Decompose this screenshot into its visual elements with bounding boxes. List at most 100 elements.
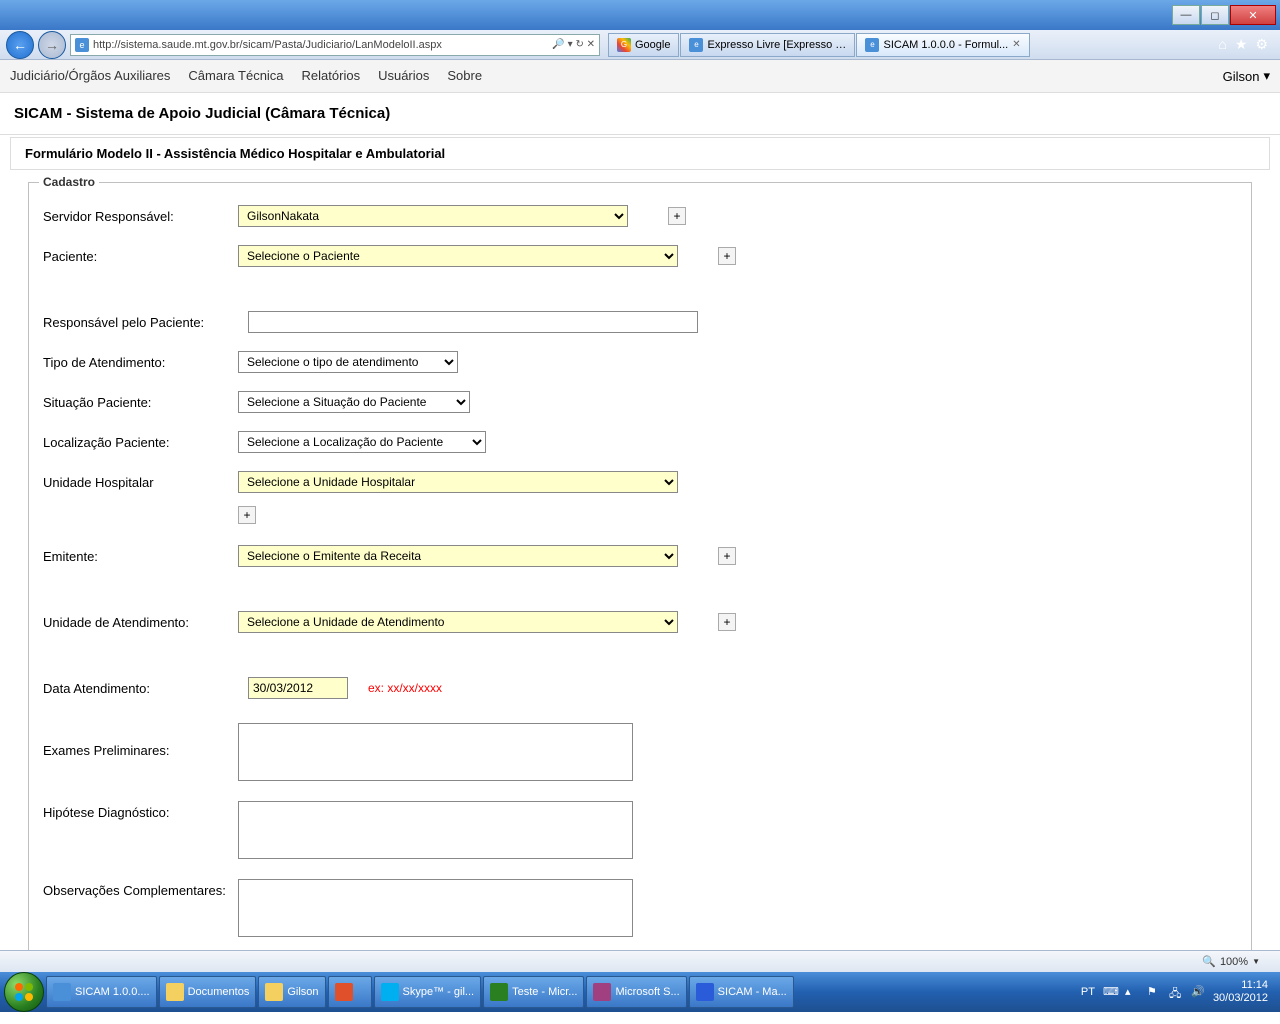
user-menu[interactable]: Gilson ▾ (1223, 68, 1270, 84)
address-bar[interactable]: e http://sistema.saude.mt.gov.br/sicam/P… (70, 34, 600, 56)
nav-forward-button[interactable]: → (38, 31, 66, 59)
skype-icon (381, 983, 399, 1001)
nav-back-button[interactable]: ← (6, 31, 34, 59)
tray-icon[interactable]: ⌨ (1103, 985, 1117, 999)
menu-usuarios[interactable]: Usuários (378, 68, 429, 84)
menu-camara[interactable]: Câmara Técnica (188, 68, 283, 84)
sql-icon (593, 983, 611, 1001)
ie-icon: e (865, 38, 879, 52)
exames-textarea[interactable] (238, 723, 633, 781)
media-player-icon (335, 983, 353, 1001)
taskbar: SICAM 1.0.0.... Documentos Gilson Skype™… (0, 972, 1280, 1012)
form-title: Formulário Modelo II - Assistência Médic… (10, 137, 1270, 170)
add-servidor-button[interactable]: + (668, 207, 686, 225)
app-menu-bar: Judiciário/Órgãos Auxiliares Câmara Técn… (0, 60, 1280, 93)
browser-toolbar-icons: ⌂ ★ ⚙ (1218, 36, 1274, 53)
unidade-atend-select[interactable]: Selecione a Unidade de Atendimento (238, 611, 678, 633)
situacao-select[interactable]: Selecione a Situação do Paciente (238, 391, 470, 413)
tray-up-icon[interactable]: ▴ (1125, 985, 1139, 999)
volume-icon[interactable]: 🔊 (1191, 985, 1205, 999)
browser-nav-bar: ← → e http://sistema.saude.mt.gov.br/sic… (0, 30, 1280, 60)
hipotese-textarea[interactable] (238, 801, 633, 859)
tab-label: Expresso Livre [Expresso M... (707, 39, 846, 51)
add-emitente-button[interactable]: + (718, 547, 736, 565)
start-button[interactable] (4, 972, 44, 1012)
folder-icon (166, 983, 184, 1001)
menu-sobre[interactable]: Sobre (447, 68, 482, 84)
date-hint: ex: xx/xx/xxxx (368, 681, 442, 695)
unidade-hosp-select[interactable]: Selecione a Unidade Hospitalar (238, 471, 678, 493)
page-viewport: Judiciário/Órgãos Auxiliares Câmara Técn… (0, 60, 1280, 950)
tipo-select[interactable]: Selecione o tipo de atendimento (238, 351, 458, 373)
label-paciente: Paciente: (43, 249, 238, 264)
fieldset-legend: Cadastro (39, 175, 99, 189)
google-icon: G (617, 38, 631, 52)
label-unidade-hosp: Unidade Hospitalar (43, 475, 238, 490)
taskbar-item[interactable]: Teste - Micr... (483, 976, 584, 1008)
zoom-icon[interactable]: 🔍 (1202, 955, 1216, 968)
label-responsavel: Responsável pelo Paciente: (43, 315, 248, 330)
label-hipotese: Hipótese Diagnóstico: (43, 801, 238, 820)
taskbar-item[interactable]: Documentos (159, 976, 257, 1008)
label-situacao: Situação Paciente: (43, 395, 238, 410)
add-unidade-atend-button[interactable]: + (718, 613, 736, 631)
user-name: Gilson (1223, 69, 1260, 84)
menu-relatorios[interactable]: Relatórios (302, 68, 361, 84)
chevron-down-icon[interactable]: ▼ (1252, 957, 1260, 966)
label-emitente: Emitente: (43, 549, 238, 564)
browser-tab[interactable]: e SICAM 1.0.0.0 - Formul... ✕ (856, 33, 1029, 57)
label-obs: Observações Complementares: (43, 879, 238, 898)
label-data: Data Atendimento: (43, 681, 248, 696)
data-input[interactable] (248, 677, 348, 699)
servidor-select[interactable]: GilsonNakata (238, 205, 628, 227)
ie-icon: e (689, 38, 703, 52)
label-exames: Exames Preliminares: (43, 723, 238, 758)
taskbar-item[interactable]: Gilson (258, 976, 325, 1008)
home-icon[interactable]: ⌂ (1218, 36, 1226, 53)
label-localizacao: Localização Paciente: (43, 435, 238, 450)
browser-tab[interactable]: G Google (608, 33, 679, 57)
paciente-select[interactable]: Selecione o Paciente (238, 245, 678, 267)
menu-judiciario[interactable]: Judiciário/Órgãos Auxiliares (10, 68, 170, 84)
zoom-level[interactable]: 100% (1220, 956, 1248, 968)
address-bar-controls: 🔎 ▾ ↻ ✕ (552, 39, 595, 50)
obs-textarea[interactable] (238, 879, 633, 937)
add-unidade-hosp-button[interactable]: + (238, 506, 256, 524)
window-minimize-button[interactable]: — (1172, 5, 1200, 25)
browser-status-bar: 🔍 100% ▼ (0, 950, 1280, 972)
browser-tab[interactable]: e Expresso Livre [Expresso M... (680, 33, 855, 57)
taskbar-item[interactable] (328, 976, 372, 1008)
test-icon (490, 983, 508, 1001)
label-tipo: Tipo de Atendimento: (43, 355, 238, 370)
clock-date: 30/03/2012 (1213, 992, 1268, 1005)
network-icon[interactable]: 🖧 (1169, 985, 1183, 999)
clock[interactable]: 11:14 30/03/2012 (1213, 979, 1268, 1005)
word-icon (696, 983, 714, 1001)
tab-label: Google (635, 39, 670, 51)
language-indicator[interactable]: PT (1081, 986, 1095, 998)
window-titlebar: — ◻ ✕ (0, 0, 1280, 30)
clock-time: 11:14 (1213, 979, 1268, 992)
cadastro-fieldset: Cadastro Servidor Responsável: GilsonNak… (28, 182, 1252, 950)
taskbar-item[interactable]: Microsoft S... (586, 976, 686, 1008)
system-tray: PT ⌨ ▴ ⚑ 🖧 🔊 11:14 30/03/2012 (1081, 979, 1276, 1005)
responsavel-input[interactable] (248, 311, 698, 333)
tab-close-icon[interactable]: ✕ (1012, 39, 1020, 50)
localizacao-select[interactable]: Selecione a Localização do Paciente (238, 431, 486, 453)
favorites-icon[interactable]: ★ (1235, 36, 1248, 53)
tools-icon[interactable]: ⚙ (1255, 36, 1268, 53)
taskbar-item[interactable]: SICAM 1.0.0.... (46, 976, 157, 1008)
label-servidor: Servidor Responsável: (43, 209, 238, 224)
emitente-select[interactable]: Selecione o Emitente da Receita (238, 545, 678, 567)
taskbar-item[interactable]: Skype™ - gil... (374, 976, 482, 1008)
window-close-button[interactable]: ✕ (1230, 5, 1276, 25)
add-paciente-button[interactable]: + (718, 247, 736, 265)
taskbar-item[interactable]: SICAM - Ma... (689, 976, 794, 1008)
chevron-down-icon: ▾ (1263, 68, 1270, 84)
browser-tabs: G Google e Expresso Livre [Expresso M...… (608, 33, 1030, 57)
page-title: SICAM - Sistema de Apoio Judicial (Câmar… (0, 93, 1280, 135)
folder-icon (265, 983, 283, 1001)
ie-icon: e (75, 38, 89, 52)
window-maximize-button[interactable]: ◻ (1201, 5, 1229, 25)
flag-icon[interactable]: ⚑ (1147, 985, 1161, 999)
